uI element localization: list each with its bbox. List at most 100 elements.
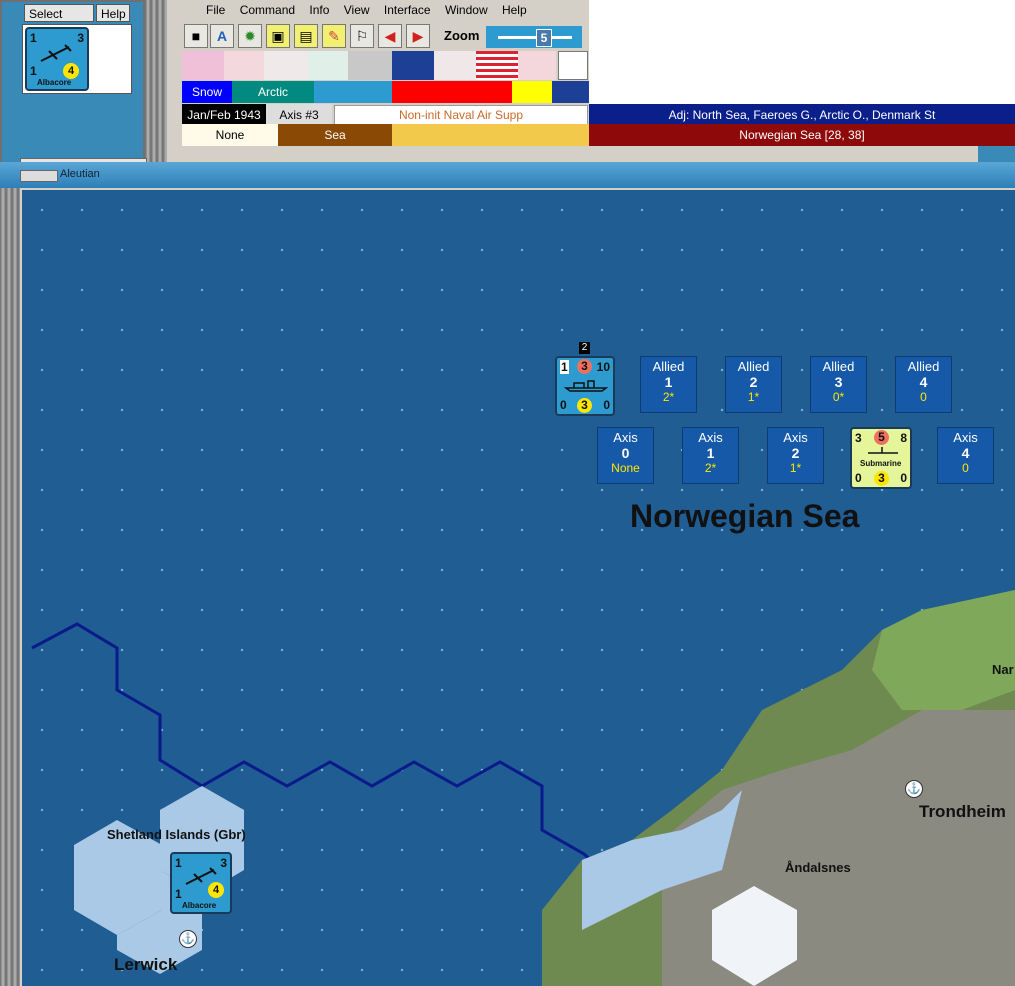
ship-unit-counter[interactable]: 1 3 10 0 3 0 — [555, 356, 615, 416]
axis-number: 0 — [621, 445, 630, 461]
sub-top-right: 8 — [900, 431, 907, 445]
axis-label: Axis — [953, 430, 978, 445]
weather-status: Snow — [182, 81, 232, 103]
flag-icon-uk[interactable] — [392, 51, 434, 80]
menu-file[interactable]: File — [206, 3, 225, 17]
port-anchor-icon-trondheim: ⚓ — [905, 780, 923, 798]
zoom-slider-thumb[interactable]: 5 — [536, 29, 552, 47]
phase-mode: Non-init Naval Air Supp — [334, 105, 588, 125]
target-icon[interactable] — [558, 51, 588, 80]
menu-info[interactable]: Info — [309, 3, 329, 17]
notes-icon[interactable]: ▤ — [294, 24, 318, 48]
air-top-right: 3 — [220, 856, 227, 870]
allied-number: 1 — [664, 374, 673, 390]
andalsnes-label: Åndalsnes — [785, 860, 851, 875]
train-icon[interactable]: ■ — [184, 24, 208, 48]
select-button[interactable]: Select — [24, 4, 94, 22]
toolbar-gray-strip — [182, 146, 978, 162]
allied-label: Allied — [822, 359, 855, 374]
axis-label: Axis — [613, 430, 638, 445]
arrow-right-icon[interactable]: ▶ — [406, 24, 430, 48]
tab-scroll-button[interactable] — [20, 170, 58, 182]
sub-top-left: 3 — [855, 431, 862, 445]
flag-icon-nationalist[interactable] — [182, 51, 224, 80]
hex-terrain: Sea — [278, 124, 392, 146]
menu-command[interactable]: Command — [240, 3, 295, 17]
help-button[interactable]: Help — [96, 4, 130, 22]
text-a-icon[interactable]: A — [210, 24, 234, 48]
narvik-label: Nar — [992, 662, 1014, 677]
unit-top-left-value: 1 — [30, 31, 37, 45]
flag-icon-japan[interactable] — [264, 51, 308, 80]
frame-pillar-top-right — [167, 0, 181, 170]
ship-bottom-mid: 3 — [577, 398, 592, 413]
tab-aleutian[interactable]: Aleutian — [60, 168, 100, 180]
axis-box-4[interactable]: Axis 4 0 — [937, 427, 994, 484]
sub-name: Submarine — [860, 459, 902, 468]
sea-zone-name: Norwegian Sea — [630, 498, 860, 534]
zoom-slider-track — [498, 36, 572, 39]
axis-box-1[interactable]: Axis 1 2* — [682, 427, 739, 484]
allied-label: Allied — [652, 359, 685, 374]
axis-label: Axis — [698, 430, 723, 445]
selected-unit-counter[interactable]: 1 3 1 4 Albacore — [25, 27, 89, 91]
air-unit-counter[interactable]: 1 3 4 1 Albacore — [170, 852, 232, 914]
tab-bar: Aleutian — [0, 162, 1015, 188]
flag-icon[interactable]: ⚐ — [350, 24, 374, 48]
unit-center-value: 4 — [63, 63, 79, 79]
arrow-left-icon[interactable]: ◀ — [378, 24, 402, 48]
select-panel: Select Help 1 3 1 4 Albacore — [0, 0, 147, 170]
warship-icon — [564, 380, 608, 392]
allied-box-4[interactable]: Allied 4 0 — [895, 356, 952, 413]
port-anchor-icon: ⚓ — [179, 930, 197, 948]
zoom-label: Zoom — [444, 28, 480, 43]
impulse-label: Axis #3 — [266, 104, 332, 126]
axis-value: 1* — [789, 461, 802, 475]
hex-control: None — [182, 124, 278, 146]
flag-icon-swiss[interactable] — [224, 51, 264, 80]
gear-icon[interactable]: ✹ — [238, 24, 262, 48]
menu-window[interactable]: Window — [445, 3, 488, 17]
frame-pillar-left — [0, 170, 20, 986]
flag-icon-neutral[interactable] — [518, 51, 556, 80]
axis-value: 2* — [704, 461, 717, 475]
allied-value: 2* — [662, 390, 675, 404]
save-icon[interactable]: ▣ — [266, 24, 290, 48]
stack-count-badge: 2 — [579, 342, 590, 354]
menu-interface[interactable]: Interface — [384, 3, 431, 17]
hex-location: Norwegian Sea [28, 38] — [589, 124, 1015, 146]
flag-icon-ussr[interactable] — [308, 51, 348, 80]
allied-box-1[interactable]: Allied 1 2* — [640, 356, 697, 413]
red-bar — [392, 81, 512, 103]
zoom-slider[interactable]: 5 — [486, 26, 582, 48]
sub-bottom-right: 0 — [900, 471, 907, 485]
flag-icon-uk-small[interactable] — [552, 81, 589, 103]
allied-box-3[interactable]: Allied 3 0* — [810, 356, 867, 413]
axis-box-0[interactable]: Axis 0 None — [597, 427, 654, 484]
ship-top-left: 1 — [560, 360, 569, 374]
flag-icon-blank[interactable] — [348, 51, 392, 80]
top-right-sea — [978, 146, 1015, 162]
yellow-strip — [392, 124, 589, 146]
allied-label: Allied — [737, 359, 770, 374]
allied-box-2[interactable]: Allied 2 1* — [725, 356, 782, 413]
flag-icon-usa[interactable] — [476, 51, 518, 80]
adjacent-zones: Adj: North Sea, Faeroes G., Arctic O., D… — [589, 104, 1015, 126]
axis-value: None — [611, 461, 640, 475]
pencil-icon[interactable]: ✎ — [322, 24, 346, 48]
sub-top-mid: 5 — [874, 430, 889, 445]
axis-number: 4 — [961, 445, 970, 461]
menu-help[interactable]: Help — [502, 3, 527, 17]
ship-top-right: 10 — [596, 360, 610, 374]
game-map[interactable]: Allied 1 2* Allied 2 1* Allied 3 0* Alli… — [22, 190, 1015, 986]
flag-icon-free-france[interactable] — [434, 51, 476, 80]
shetland-label: Shetland Islands (Gbr) — [107, 827, 246, 842]
axis-box-2[interactable]: Axis 2 1* — [767, 427, 824, 484]
menu-view[interactable]: View — [344, 3, 370, 17]
submarine-unit-counter[interactable]: 3 5 8 Submarine 0 3 0 — [850, 427, 912, 489]
menu-bar: File Command Info View Interface Window … — [182, 3, 589, 21]
axis-number: 2 — [791, 445, 800, 461]
unit-name: Albacore — [37, 78, 72, 87]
axis-number: 1 — [706, 445, 715, 461]
selected-unit-card[interactable]: 1 3 1 4 Albacore — [22, 24, 132, 94]
